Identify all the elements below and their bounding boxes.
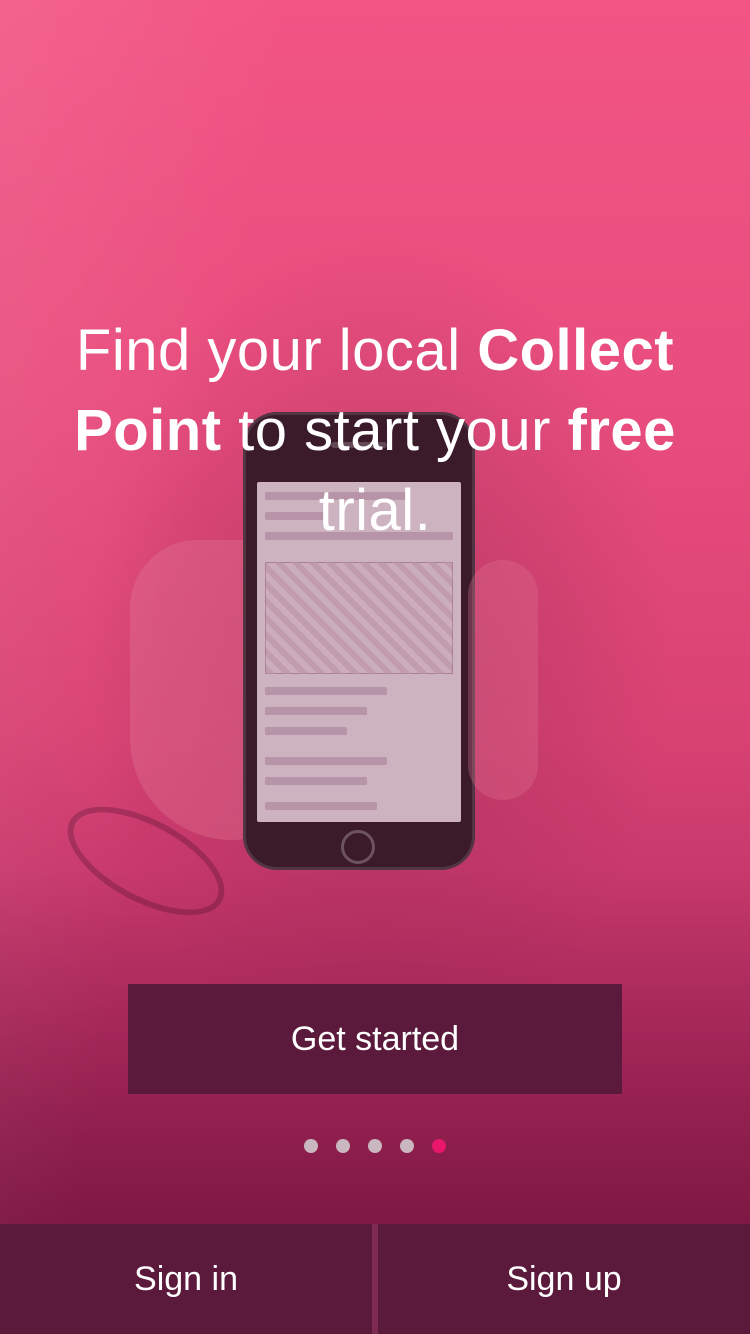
headline-text: trial. — [318, 477, 432, 543]
headline-bold-free: free — [567, 397, 676, 463]
get-started-button[interactable]: Get started — [128, 984, 622, 1094]
pagination-dot-5[interactable] — [432, 1139, 446, 1153]
background-overlay — [0, 0, 750, 1334]
headline-text: Find your local — [75, 317, 478, 383]
sign-in-button[interactable]: Sign in — [0, 1224, 372, 1334]
pagination-dot-3[interactable] — [368, 1139, 382, 1153]
sign-up-button[interactable]: Sign up — [378, 1224, 750, 1334]
pagination-dot-4[interactable] — [400, 1139, 414, 1153]
pagination-dot-2[interactable] — [336, 1139, 350, 1153]
headline: Find your local Collect Point to start y… — [30, 311, 720, 551]
headline-text: to start your — [221, 397, 568, 463]
pagination-dot-1[interactable] — [304, 1139, 318, 1153]
pagination-dots — [0, 1139, 750, 1153]
auth-bottom-bar: Sign in Sign up — [0, 1224, 750, 1334]
